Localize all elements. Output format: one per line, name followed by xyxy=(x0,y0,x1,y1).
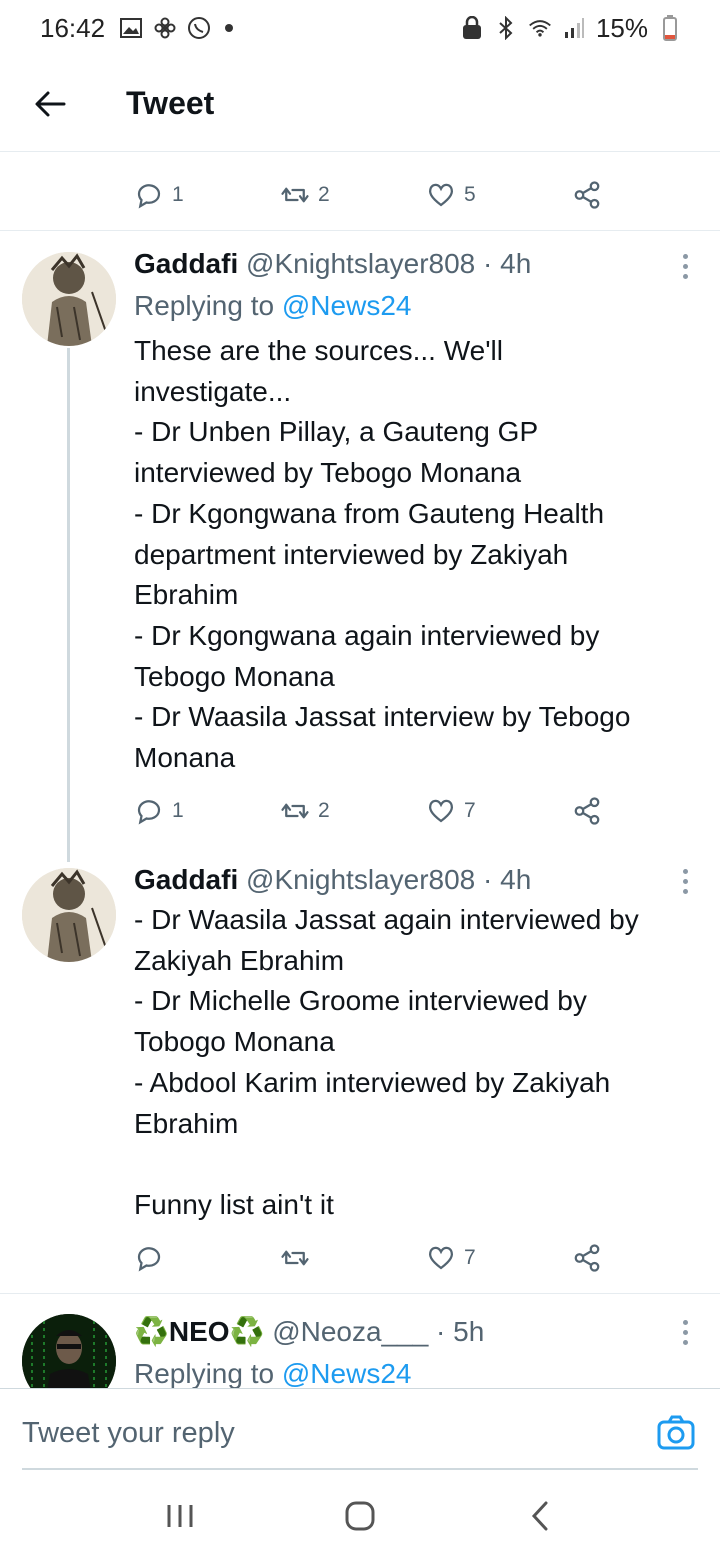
reply-icon xyxy=(137,1247,161,1272)
heart-icon xyxy=(428,183,454,207)
timestamp: · 4h xyxy=(483,248,532,279)
parent-tweet-actions: 1 2 5 xyxy=(134,170,614,220)
share-button[interactable] xyxy=(572,180,602,210)
battery-percent: 15% xyxy=(595,12,648,43)
retweet-button[interactable]: 2 xyxy=(280,796,330,826)
tweet-header: Gaddafi @Knightslayer808 · 4h xyxy=(134,862,694,898)
wifi-icon xyxy=(528,16,552,40)
share-button[interactable] xyxy=(572,1243,602,1273)
like-count: 5 xyxy=(464,183,476,206)
heart-icon xyxy=(428,799,454,823)
timestamp: · 5h xyxy=(436,1316,485,1347)
retweet-icon xyxy=(281,803,309,819)
like-button[interactable]: 5 xyxy=(426,180,476,210)
retweet-button[interactable] xyxy=(280,1243,318,1273)
more-options-button[interactable] xyxy=(680,254,690,279)
app-header: Tweet xyxy=(0,56,720,152)
replying-handle-link[interactable]: @News24 xyxy=(282,1358,412,1389)
divider xyxy=(0,1293,720,1294)
replying-label: Replying to xyxy=(134,290,275,321)
tweet-text: These are the sources... We'll investiga… xyxy=(134,335,631,774)
reply-button[interactable]: 1 xyxy=(134,796,184,826)
like-button[interactable]: 7 xyxy=(426,796,476,826)
arrow-left-icon xyxy=(35,91,66,116)
username[interactable]: @Knightslayer808 xyxy=(246,248,475,279)
display-name[interactable]: ♻️NEO♻️ xyxy=(134,1316,264,1347)
fan-icon xyxy=(153,16,177,40)
back-button[interactable] xyxy=(22,76,78,132)
heart-icon xyxy=(428,1246,454,1270)
input-underline xyxy=(22,1468,698,1470)
retweet-count: 2 xyxy=(318,183,330,206)
home-button[interactable] xyxy=(340,1496,380,1536)
battery-icon xyxy=(658,15,682,41)
share-icon xyxy=(574,181,600,209)
home-icon xyxy=(345,1501,375,1531)
avatar-illustration xyxy=(22,868,116,962)
retweet-icon xyxy=(281,1250,309,1266)
camera-button[interactable] xyxy=(656,1413,696,1453)
tweet-1: Gaddafi @Knightslayer808 · 4h Replying t… xyxy=(134,246,694,779)
status-time: 16:42 xyxy=(40,12,106,43)
display-name[interactable]: Gaddafi xyxy=(134,864,238,895)
recent-apps-button[interactable] xyxy=(160,1496,200,1536)
lock-icon xyxy=(460,16,484,40)
display-name[interactable]: Gaddafi xyxy=(134,248,238,279)
like-count: 7 xyxy=(464,1246,476,1269)
reply-count: 1 xyxy=(172,799,184,822)
avatar-illustration xyxy=(22,252,116,346)
reply-composer: Tweet your reply xyxy=(0,1388,720,1470)
tweet-1-actions: 1 2 7 xyxy=(134,786,614,836)
reply-button[interactable] xyxy=(134,1243,172,1273)
system-nav-bar xyxy=(0,1472,720,1560)
tweet-text: - Dr Waasila Jassat again interviewed by… xyxy=(134,904,639,1220)
nav-back-button[interactable] xyxy=(520,1496,560,1536)
username[interactable]: @Knightslayer808 xyxy=(246,864,475,895)
replying-to: Replying to @News24 xyxy=(134,286,694,326)
camera-icon xyxy=(657,1415,695,1450)
whatsapp-icon xyxy=(187,16,211,40)
retweet-button[interactable]: 2 xyxy=(280,180,330,210)
gallery-icon xyxy=(119,16,143,40)
more-options-button[interactable] xyxy=(680,1320,690,1345)
replying-label: Replying to xyxy=(134,1358,275,1389)
tweet-2-actions: 7 xyxy=(134,1233,614,1283)
share-icon xyxy=(574,797,600,825)
avatar[interactable] xyxy=(22,868,116,962)
reply-count: 1 xyxy=(172,183,184,206)
signal-icon xyxy=(562,16,586,40)
tweet-3: ♻️NEO♻️ @Neoza___ · 5h Replying to @News… xyxy=(134,1314,694,1394)
reply-icon xyxy=(137,800,161,825)
retweet-icon xyxy=(281,187,309,203)
share-button[interactable] xyxy=(572,796,602,826)
bluetooth-icon xyxy=(494,16,518,40)
reply-icon xyxy=(137,184,161,209)
like-count: 7 xyxy=(464,799,476,822)
replying-handle-link[interactable]: @News24 xyxy=(282,290,412,321)
avatar[interactable] xyxy=(22,252,116,346)
share-icon xyxy=(574,1244,600,1272)
dot-icon xyxy=(225,24,234,32)
back-icon xyxy=(531,1501,548,1531)
page-title: Tweet xyxy=(126,85,215,121)
tweet-header: ♻️NEO♻️ @Neoza___ · 5h xyxy=(134,1314,694,1350)
more-options-button[interactable] xyxy=(680,869,690,894)
divider xyxy=(0,230,720,231)
retweet-count: 2 xyxy=(318,799,330,822)
thread-line xyxy=(67,348,70,862)
recent-apps-icon xyxy=(167,1505,193,1527)
timestamp: · 4h xyxy=(483,864,532,895)
tweet-header: Gaddafi @Knightslayer808 · 4h xyxy=(134,246,694,282)
status-bar: 16:42 15% xyxy=(0,0,720,56)
like-button[interactable]: 7 xyxy=(426,1243,476,1273)
tweet-2: Gaddafi @Knightslayer808 · 4h - Dr Waasi… xyxy=(134,862,694,1226)
reply-input[interactable]: Tweet your reply xyxy=(22,1417,235,1450)
reply-button[interactable]: 1 xyxy=(134,180,184,210)
username[interactable]: @Neoza___ xyxy=(272,1316,428,1347)
